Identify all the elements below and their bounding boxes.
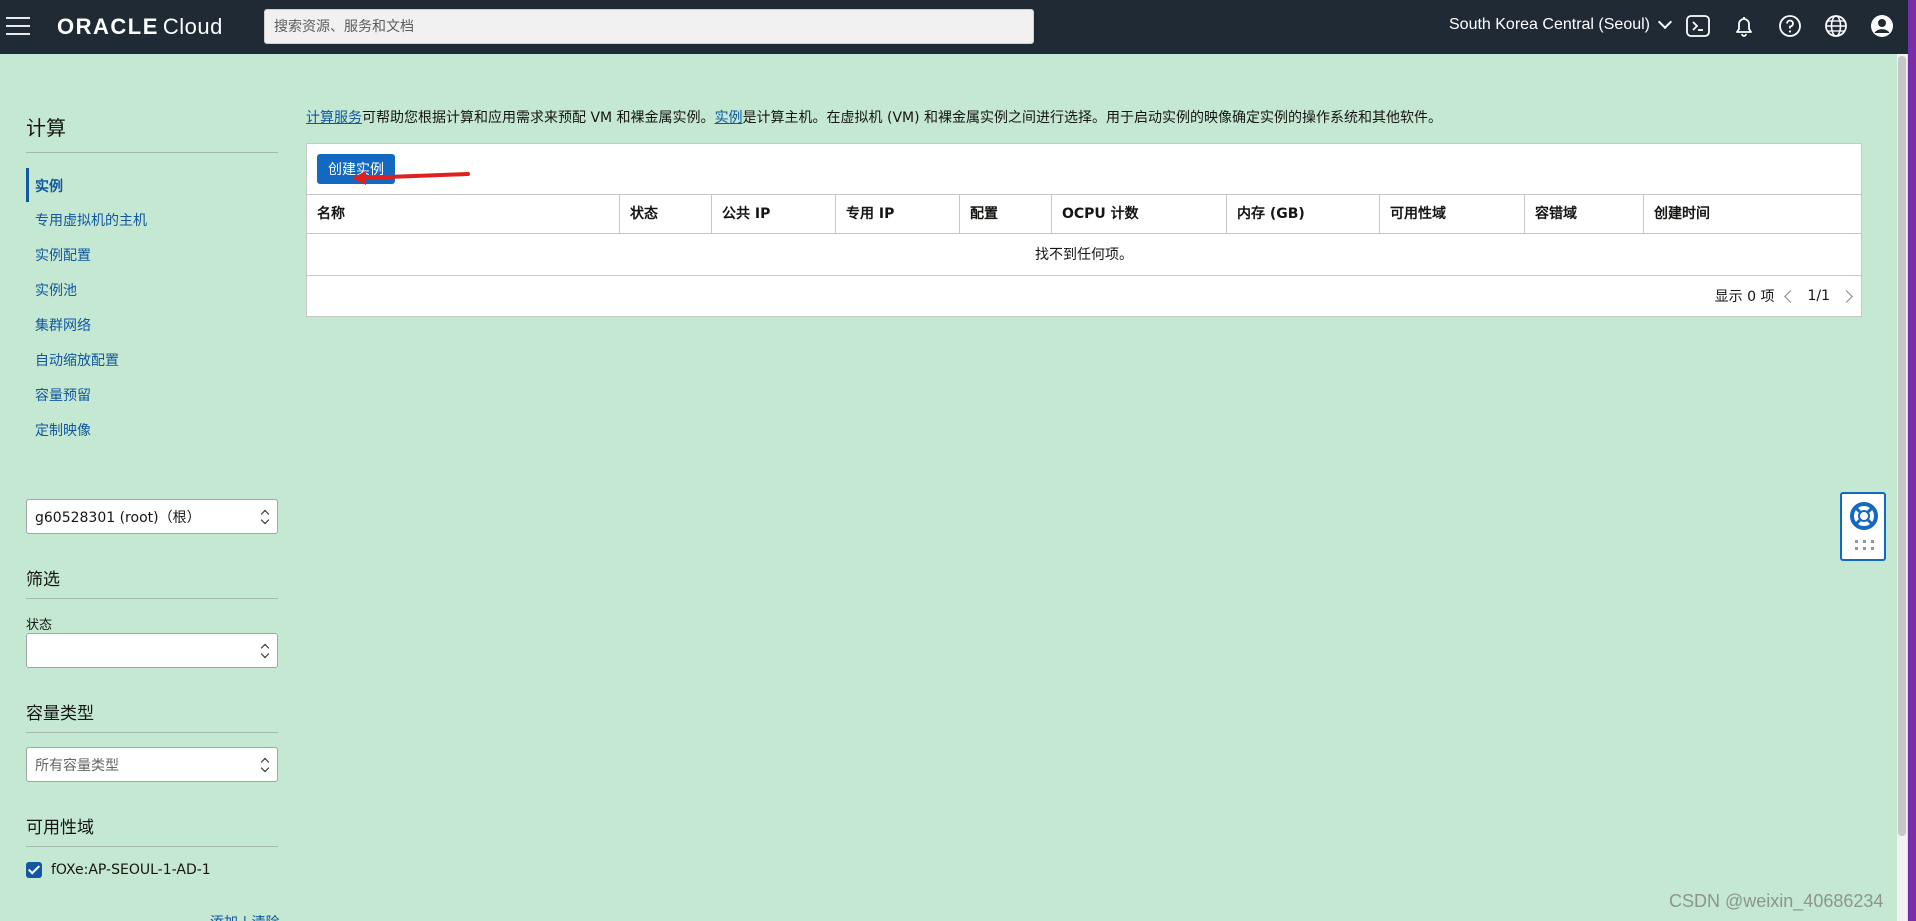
- sidebar-item-dedicated-hosts[interactable]: 专用虚拟机的主机: [35, 210, 147, 230]
- oracle-cloud-logo[interactable]: ORACLE Cloud: [57, 14, 223, 40]
- cloud-shell-icon[interactable]: [1685, 13, 1711, 39]
- chevron-down-icon: [1657, 14, 1673, 30]
- state-select[interactable]: [26, 633, 278, 668]
- page-indicator: 1/1: [1807, 288, 1830, 304]
- lifebuoy-icon: [1850, 502, 1878, 530]
- select-arrows-icon: [261, 509, 269, 525]
- logo-product: Cloud: [162, 14, 223, 39]
- select-arrows-icon: [261, 757, 269, 773]
- sidebar-item-capacity-reservations[interactable]: 容量预留: [35, 385, 91, 405]
- bell-icon[interactable]: [1731, 13, 1757, 39]
- menu-icon[interactable]: [6, 17, 30, 37]
- compartment-value: g60528301 (root)（根）: [35, 509, 201, 526]
- sidebar-title: 计算: [26, 116, 66, 140]
- sidebar-item-cluster-networks[interactable]: 集群网络: [35, 315, 91, 335]
- add-clear-links[interactable]: 添加 | 清除: [210, 912, 280, 921]
- scrollbar-thumb[interactable]: [1898, 56, 1906, 836]
- sidebar-item-custom-images[interactable]: 定制映像: [35, 420, 91, 440]
- column-header-name[interactable]: 名称: [307, 195, 619, 234]
- capacity-type-placeholder: 所有容量类型: [35, 757, 119, 774]
- availability-domain-label: fOXe:AP-SEOUL-1-AD-1: [51, 862, 211, 878]
- region-selector[interactable]: South Korea Central (Seoul): [1449, 14, 1673, 34]
- availability-domain-checkbox[interactable]: [26, 862, 42, 878]
- availability-domain-option[interactable]: fOXe:AP-SEOUL-1-AD-1: [26, 862, 211, 878]
- column-header-fault-domain[interactable]: 容错域: [1524, 195, 1643, 234]
- pagination: 显示 0 项 1/1: [1714, 276, 1853, 316]
- column-header-created[interactable]: 创建时间: [1643, 195, 1861, 234]
- help-widget[interactable]: [1840, 492, 1886, 561]
- table-header: 名称 状态 公共 IP 专用 IP 配置 OCPU 计数 内存 (GB) 可用性…: [307, 194, 1861, 234]
- divider: [26, 152, 278, 153]
- drag-handle-icon[interactable]: [1855, 540, 1875, 552]
- create-instance-button[interactable]: 创建实例: [317, 154, 395, 184]
- column-header-ocpu-count[interactable]: OCPU 计数: [1051, 195, 1226, 234]
- region-label: South Korea Central (Seoul): [1449, 16, 1650, 33]
- sidebar-item-instance-configurations[interactable]: 实例配置: [35, 245, 91, 265]
- state-label: 状态: [26, 618, 53, 633]
- capacity-type-select[interactable]: 所有容量类型: [26, 747, 278, 782]
- globe-icon[interactable]: [1823, 13, 1849, 39]
- top-navigation-bar: ORACLECloud South Korea Central (Seoul): [0, 0, 1916, 54]
- filter-title: 筛选: [26, 570, 60, 590]
- watermark: CSDN @weixin_40686234: [1669, 891, 1884, 911]
- column-header-availability-domain[interactable]: 可用性域: [1379, 195, 1524, 234]
- select-arrows-icon: [261, 643, 269, 659]
- sidebar-item-instances[interactable]: 实例: [35, 176, 63, 196]
- intro-text: 计算服务可帮助您根据计算和应用需求来预配 VM 和裸金属实例。实例是计算主机。在…: [306, 107, 1442, 127]
- column-header-memory[interactable]: 内存 (GB): [1226, 195, 1379, 234]
- active-nav-indicator: [26, 168, 29, 202]
- column-header-private-ip[interactable]: 专用 IP: [835, 195, 959, 234]
- intro-text-part2: 是计算主机。在虚拟机 (VM) 和裸金属实例之间进行选择。用于启动实例的映像确定…: [742, 110, 1443, 126]
- divider: [26, 598, 278, 599]
- column-header-state[interactable]: 状态: [619, 195, 711, 234]
- sidebar-item-autoscaling[interactable]: 自动缩放配置: [35, 350, 119, 370]
- intro-text-part1: 可帮助您根据计算和应用需求来预配 VM 和裸金属实例。: [362, 110, 715, 126]
- capacity-type-title: 容量类型: [26, 704, 94, 724]
- chevron-right-icon[interactable]: [1840, 289, 1853, 303]
- items-count: 显示 0 项: [1714, 289, 1775, 305]
- compute-service-link[interactable]: 计算服务: [306, 110, 362, 126]
- column-header-shape[interactable]: 配置: [959, 195, 1051, 234]
- instance-link[interactable]: 实例: [715, 110, 743, 126]
- divider: [26, 732, 278, 733]
- sidebar-item-instance-pools[interactable]: 实例池: [35, 280, 77, 300]
- chevron-left-icon[interactable]: [1784, 289, 1798, 303]
- compartment-select[interactable]: g60528301 (root)（根）: [26, 499, 278, 534]
- instances-table-panel: 创建实例 名称 状态 公共 IP 专用 IP 配置 OCPU 计数 内存 (GB…: [306, 143, 1862, 317]
- empty-table-message: 找不到任何项。: [307, 234, 1861, 276]
- column-header-public-ip[interactable]: 公共 IP: [711, 195, 835, 234]
- window-edge: [1908, 0, 1916, 921]
- availability-domain-title: 可用性域: [26, 818, 94, 838]
- search-input[interactable]: [264, 9, 1034, 44]
- user-icon[interactable]: [1869, 13, 1895, 39]
- help-icon[interactable]: [1777, 13, 1803, 39]
- divider: [26, 846, 278, 847]
- logo-brand: ORACLE: [57, 14, 159, 39]
